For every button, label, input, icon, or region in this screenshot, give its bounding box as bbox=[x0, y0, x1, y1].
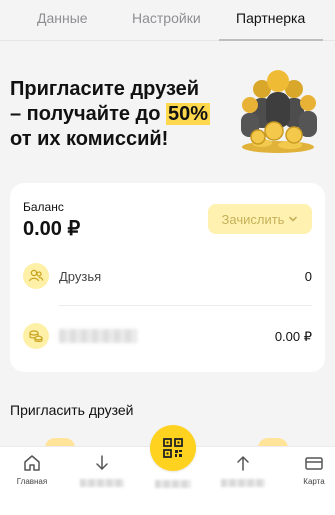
earnings-label-redacted bbox=[59, 329, 137, 343]
earnings-value: 0.00 ₽ bbox=[274, 329, 312, 344]
nav-home-label: Главная bbox=[16, 477, 48, 486]
qr-scan-button[interactable] bbox=[150, 425, 196, 471]
arrow-up-icon bbox=[237, 455, 249, 471]
credit-button[interactable]: Зачислить bbox=[208, 204, 312, 234]
coins-icon bbox=[23, 323, 49, 349]
hero-highlight: 50% bbox=[166, 103, 211, 125]
active-tab-indicator bbox=[219, 39, 323, 41]
hero-title-line2-prefix: – получайте до bbox=[10, 103, 167, 125]
qr-code-icon bbox=[163, 438, 183, 458]
tab-settings[interactable]: Настройки bbox=[132, 10, 201, 26]
friends-icon bbox=[23, 263, 49, 289]
nav-receive[interactable] bbox=[77, 453, 127, 487]
partners-illustration bbox=[241, 70, 317, 153]
nav-receive-label-redacted bbox=[80, 479, 124, 487]
balance-label: Баланс bbox=[23, 200, 64, 214]
nav-send[interactable] bbox=[218, 453, 268, 487]
hero-title-line1: Пригласите друзей bbox=[10, 78, 200, 100]
tab-bar: Данные Настройки Партнерка bbox=[0, 0, 335, 42]
tab-data[interactable]: Данные bbox=[37, 10, 88, 26]
nav-send-label-redacted bbox=[221, 479, 265, 487]
card-icon bbox=[305, 457, 323, 470]
nav-home[interactable]: Главная bbox=[7, 453, 57, 486]
credit-button-label: Зачислить bbox=[221, 211, 285, 227]
balance-value: 0.00 ₽ bbox=[23, 218, 81, 240]
chevron-down-icon bbox=[289, 216, 298, 222]
home-icon bbox=[24, 455, 40, 471]
row-divider bbox=[59, 305, 312, 306]
arrow-down-icon bbox=[96, 455, 108, 471]
friends-count: 0 bbox=[304, 269, 312, 284]
friends-label: Друзья bbox=[59, 269, 102, 284]
hero-title-line2: – получайте до 50% bbox=[10, 102, 225, 127]
nav-card-label: Карта bbox=[303, 477, 325, 486]
hero-title-line3: от их комиссий! bbox=[10, 128, 169, 150]
qr-label-redacted bbox=[155, 480, 191, 488]
hero-title: Пригласите друзей – получайте до 50% от … bbox=[10, 77, 225, 152]
invite-title: Пригласить друзей bbox=[10, 402, 134, 418]
nav-card[interactable]: Карта bbox=[289, 453, 335, 486]
tab-partner[interactable]: Партнерка bbox=[236, 10, 305, 26]
balance-card: Баланс 0.00 ₽ Зачислить Друзья 0 0.00 ₽ bbox=[10, 183, 325, 372]
